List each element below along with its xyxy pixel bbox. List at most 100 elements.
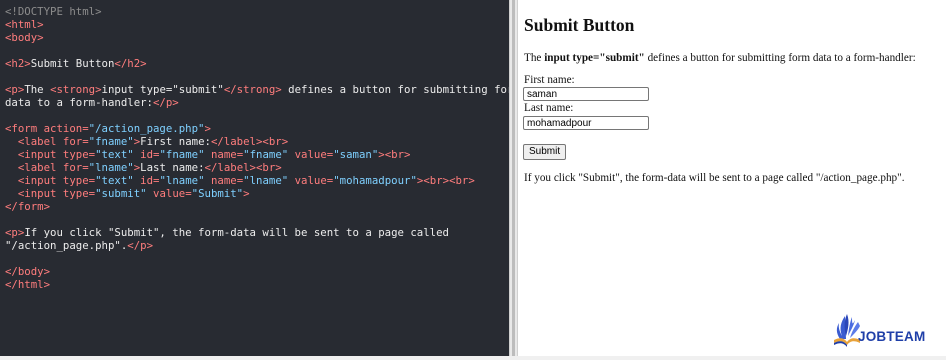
bottom-strip bbox=[0, 356, 946, 360]
code-token: defines a button for submitting form bbox=[281, 83, 509, 96]
code-line: <!DOCTYPE html> bbox=[5, 5, 509, 18]
logo-text: JOBTEAM bbox=[858, 329, 926, 344]
code-token: "fname" bbox=[159, 148, 211, 161]
code-token: "text" bbox=[95, 148, 141, 161]
code-token: </html> bbox=[5, 278, 51, 291]
code-token: "/action_page.php". bbox=[5, 239, 128, 252]
code-token: id= bbox=[140, 174, 160, 187]
code-token: id= bbox=[140, 148, 160, 161]
code-token: <body> bbox=[5, 31, 44, 44]
code-token: "saman" bbox=[333, 148, 379, 161]
code-token: </body> bbox=[5, 265, 51, 278]
code-token: ><br> bbox=[378, 148, 411, 161]
code-token: value= bbox=[294, 148, 334, 161]
last-name-field[interactable] bbox=[523, 116, 649, 130]
intro-prefix: The bbox=[524, 52, 545, 64]
code-line: <input type="submit" value="Submit"> bbox=[5, 187, 509, 200]
code-line: </html> bbox=[5, 278, 509, 291]
code-token: "lname" bbox=[88, 161, 134, 174]
code-token: <strong> bbox=[50, 83, 102, 96]
code-token: "Submit" bbox=[191, 187, 244, 200]
code-line: "/action_page.php".</p> bbox=[5, 239, 509, 252]
code-token: data to a form-handler: bbox=[5, 96, 153, 109]
code-line: <label for="fname">First name:</label><b… bbox=[5, 135, 509, 148]
code-token: <label bbox=[17, 161, 63, 174]
code-token: <label bbox=[17, 135, 63, 148]
code-token: for= bbox=[62, 135, 89, 148]
code-token: The bbox=[24, 83, 51, 96]
code-line: <p>The <strong>input type="submit"</stro… bbox=[5, 83, 509, 96]
code-line: <html> bbox=[5, 18, 509, 31]
code-line: <h2>Submit Button</h2> bbox=[5, 57, 509, 70]
code-token: <p> bbox=[5, 226, 25, 239]
jobteam-logo: JOBTEAM bbox=[832, 312, 932, 352]
code-line: <input type="text" id="lname" name="lnam… bbox=[5, 174, 509, 187]
code-line: <p>If you click "Submit", the form-data … bbox=[5, 226, 509, 239]
code-token: "/action_page.php" bbox=[88, 122, 205, 135]
code-line: <body> bbox=[5, 31, 509, 44]
code-token: <form bbox=[5, 122, 44, 135]
code-line: data to a form-handler:</p> bbox=[5, 96, 509, 109]
first-name-label: First name: bbox=[524, 74, 575, 86]
code-token: </h2> bbox=[114, 57, 147, 70]
intro-paragraph: The input type="submit" defines a button… bbox=[524, 52, 916, 64]
code-token: <!DOCTYPE html> bbox=[5, 5, 102, 18]
code-line: <form action="/action_page.php"> bbox=[5, 122, 509, 135]
page-title: Submit Button bbox=[524, 15, 635, 35]
intro-bold: input type="submit" bbox=[544, 52, 645, 64]
code-token: "mohamadpour" bbox=[333, 174, 417, 187]
footer-paragraph: If you click "Submit", the form-data wil… bbox=[524, 172, 905, 184]
code-token: name= bbox=[210, 174, 244, 187]
code-token: "fname" bbox=[243, 148, 295, 161]
code-token: "submit" bbox=[95, 187, 154, 200]
code-token: > bbox=[243, 187, 250, 200]
code-token: </label><br> bbox=[204, 161, 282, 174]
code-token: </label><br> bbox=[210, 135, 289, 148]
code-token: <h2> bbox=[5, 57, 31, 70]
code-token: <input bbox=[17, 148, 63, 161]
code-token: input type="submit" bbox=[101, 83, 224, 96]
code-editor-panel[interactable]: <!DOCTYPE html> <html> <body> <h2>Submit Bu… bbox=[0, 0, 509, 356]
code-line: </form> bbox=[5, 200, 509, 213]
code-token: </form> bbox=[5, 200, 51, 213]
code-token: First name: bbox=[140, 135, 211, 148]
last-name-label: Last name: bbox=[524, 102, 574, 114]
code-token: type= bbox=[62, 148, 96, 161]
code-token: > bbox=[204, 122, 211, 135]
code-line: </body> bbox=[5, 265, 509, 278]
code-token: <input bbox=[17, 174, 63, 187]
code-token: type= bbox=[62, 187, 96, 200]
code-token: ><br><br> bbox=[416, 174, 475, 187]
divider-grip[interactable] bbox=[512, 0, 515, 356]
code-token: Last name: bbox=[140, 161, 205, 174]
code-line: <input type="text" id="fname" name="fnam… bbox=[5, 148, 509, 161]
code-token: Submit Button bbox=[30, 57, 115, 70]
code-token: for= bbox=[62, 161, 89, 174]
code-token: <p> bbox=[5, 83, 25, 96]
code-token: "lname" bbox=[159, 174, 211, 187]
code-token: If you click "Submit", the form-data wil… bbox=[24, 226, 449, 239]
code-token: </p> bbox=[153, 96, 179, 109]
code-token: value= bbox=[153, 187, 192, 200]
code-token: action= bbox=[43, 122, 89, 135]
intro-suffix: defines a button for submitting form dat… bbox=[644, 52, 916, 64]
submit-button[interactable]: Submit bbox=[523, 144, 567, 160]
code-editor-text[interactable]: <!DOCTYPE html> <html> <body> <h2>Submit Bu… bbox=[5, 5, 509, 291]
first-name-field[interactable] bbox=[523, 87, 649, 101]
code-token: name= bbox=[210, 148, 244, 161]
code-token: <input bbox=[17, 187, 63, 200]
code-token: value= bbox=[294, 174, 334, 187]
code-token: </p> bbox=[127, 239, 154, 252]
panel-divider[interactable] bbox=[509, 0, 518, 356]
code-token: type= bbox=[62, 174, 96, 187]
